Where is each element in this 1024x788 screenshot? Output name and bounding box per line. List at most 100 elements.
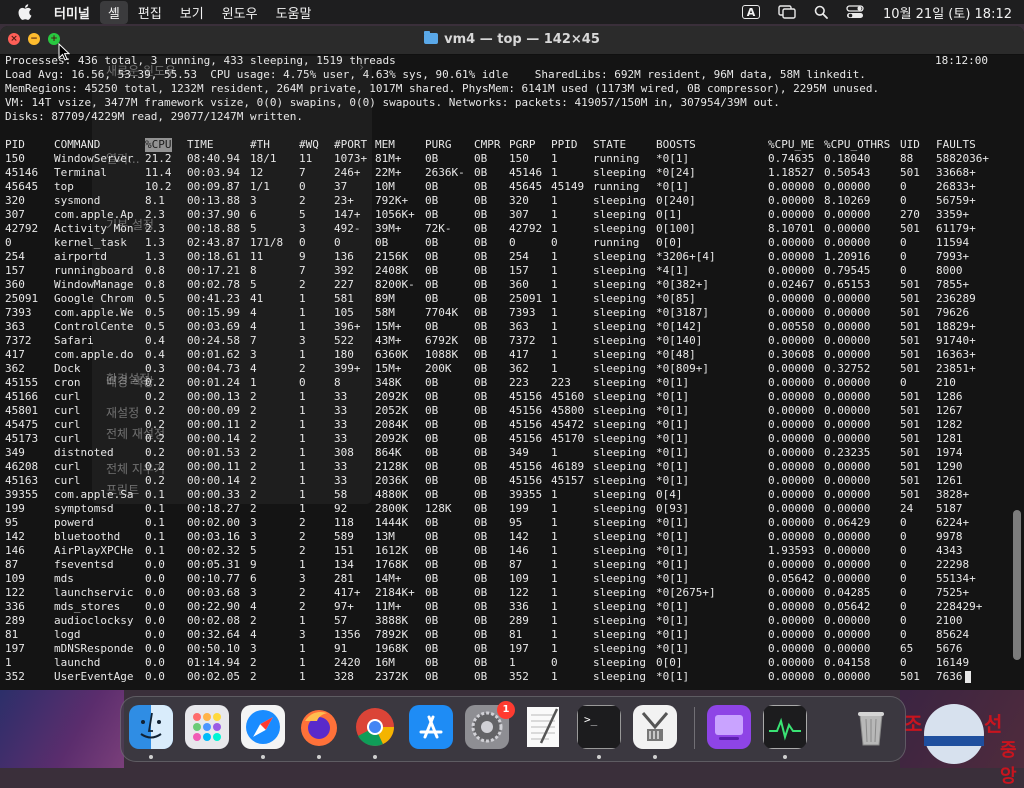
dock-chrome[interactable] [353, 705, 397, 749]
table-cell: 0.00000 [768, 250, 815, 263]
dock-terminal[interactable]: >_ [577, 705, 621, 749]
column-header: PID [5, 138, 25, 151]
menu-app-terminal[interactable]: 터미널 [46, 1, 98, 24]
table-cell: 8200K- [375, 278, 415, 291]
shell-menu-item[interactable]: 전체 지우기 [106, 460, 165, 477]
table-row: 289 audioclocksy 0.0 00:02.08 2 1 57 3888K 0B 0B 2… [0, 614, 1010, 628]
terminal-window: × − + vm4 — top — 142×45 Processes: 436 … [0, 26, 1024, 690]
menu-bar: 터미널 셸 편집 보기 윈도우 도움말 A 10월 21일 (토) 18:12 [0, 0, 1024, 24]
table-cell: 0B [474, 656, 488, 669]
table-cell: 2128K [375, 460, 409, 473]
table-cell: 95 [509, 516, 523, 529]
table-cell: 0.0 [145, 572, 165, 585]
menu-bar-clock[interactable]: 10월 21일 (토) 18:12 [883, 3, 1012, 22]
table-cell: 39355 [5, 488, 39, 501]
table-cell: 348K [375, 376, 402, 389]
dock-automator[interactable] [633, 705, 677, 749]
table-cell: 7855+ [936, 278, 970, 291]
dock-launchpad[interactable] [185, 705, 229, 749]
table-cell: 0.00000 [768, 488, 815, 501]
table-cell: *0[1] [656, 516, 690, 529]
table-cell: 1 [551, 488, 558, 501]
table-cell: 1 [551, 530, 558, 543]
running-indicator [653, 755, 657, 759]
table-cell: 0 [509, 236, 516, 249]
dock-firefox[interactable] [297, 705, 341, 749]
top-clock: 18:12:00 [935, 54, 988, 67]
table-cell: 1 [551, 264, 558, 277]
shell-menu-item[interactable]: 전체 재설정 [106, 425, 165, 442]
table-cell: sleeping [593, 376, 646, 389]
scrollbar[interactable] [1012, 112, 1022, 660]
table-cell: 1 [551, 600, 558, 613]
table-cell: 45155 [5, 376, 39, 389]
table-cell: 0B [425, 278, 439, 291]
title-bar[interactable]: × − + vm4 — top — 142×45 [0, 26, 1024, 55]
screen-mirroring-icon[interactable] [778, 5, 796, 19]
shell-menu-item[interactable]: 프린트 [106, 481, 139, 498]
table-cell: 0.00000 [768, 180, 815, 193]
table-cell: sleeping [593, 418, 646, 431]
menu-view[interactable]: 보기 [172, 1, 212, 24]
table-cell: 0.00000 [824, 418, 871, 431]
table-cell: 1290 [936, 460, 963, 473]
table-cell: *0[1] [656, 628, 690, 641]
menu-help[interactable]: 도움말 [268, 1, 320, 24]
table-cell: 0.0 [145, 586, 165, 599]
table-cell: 0.74635 [768, 152, 815, 165]
table-cell: 0B [474, 306, 488, 319]
table-cell: 0.05642 [768, 572, 815, 585]
menu-shell[interactable]: 셸 [99, 0, 128, 24]
dock-app-store[interactable] [409, 705, 453, 749]
dock-safari[interactable] [241, 705, 285, 749]
table-cell: 1261 [936, 474, 963, 487]
table-cell: 26833+ [936, 180, 976, 193]
dock-activity-monitor[interactable] [763, 705, 807, 749]
table-cell: 1 [551, 502, 558, 515]
table-cell: 61179+ [936, 222, 976, 235]
table-cell: curl [54, 418, 81, 431]
shell-menu-item[interactable]: 배경 색상 [106, 373, 154, 390]
shell-menu-item[interactable]: 새로운 윈도우 [106, 62, 176, 79]
menu-window[interactable]: 윈도우 [214, 1, 266, 24]
table-cell: 16363+ [936, 348, 976, 361]
table-cell: Dock [54, 362, 81, 375]
table-cell: 0.00000 [824, 614, 871, 627]
table-cell: 0B [474, 642, 488, 655]
trash-icon [849, 705, 893, 749]
input-source-menu[interactable]: A [742, 5, 761, 19]
table-cell: sleeping [593, 264, 646, 277]
apple-icon[interactable] [18, 4, 32, 20]
dock-trash[interactable] [849, 705, 893, 749]
table-cell: 417 [509, 348, 529, 361]
table-cell: sleeping [593, 222, 646, 235]
menu-edit[interactable]: 편집 [130, 1, 170, 24]
dock-podcast[interactable] [707, 705, 751, 749]
dock-finder[interactable] [129, 705, 173, 749]
shell-menu-item[interactable]: 열기... [106, 150, 140, 167]
table-cell: 0B [425, 376, 439, 389]
table-cell: 1 [551, 250, 558, 263]
scrollbar-thumb[interactable] [1013, 510, 1021, 660]
dock-textedit[interactable] [521, 705, 565, 749]
table-cell: 0 [900, 656, 907, 669]
control-center-icon[interactable] [846, 5, 864, 19]
table-cell: 65 [900, 642, 914, 655]
table-cell: 360 [509, 278, 529, 291]
table-cell: 6224+ [936, 516, 970, 529]
table-cell: AirPlayXPCHe [54, 544, 134, 557]
table-cell: 0.00000 [768, 390, 815, 403]
shell-menu-item[interactable]: 기본 설정 [106, 216, 154, 233]
table-cell: 01:14.94 [187, 656, 240, 669]
table-cell: 0B [474, 586, 488, 599]
table-cell: 45170 [551, 432, 585, 445]
table-cell: *0[142] [656, 320, 703, 333]
table-cell: 0 [900, 264, 907, 277]
table-cell: 3 [250, 586, 257, 599]
table-cell: *0[1] [656, 180, 690, 193]
table-cell: 0B [474, 614, 488, 627]
shell-menu-item[interactable]: 재설정 [106, 404, 139, 421]
table-cell: 417+ [334, 586, 361, 599]
spotlight-search-icon[interactable] [814, 5, 828, 19]
table-cell: 45156 [509, 418, 543, 431]
